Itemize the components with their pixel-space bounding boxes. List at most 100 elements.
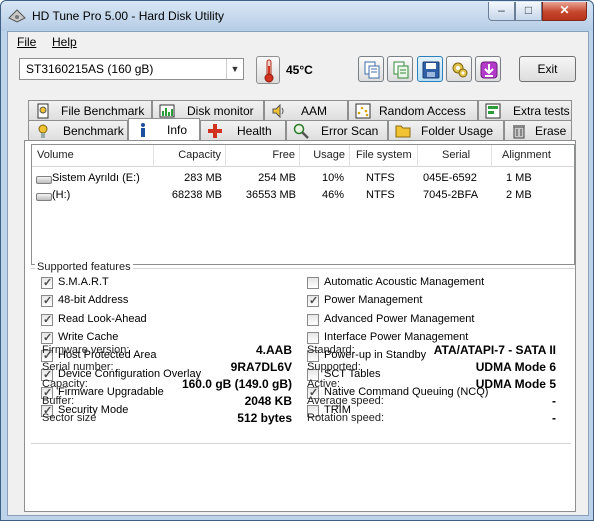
download-icon — [480, 61, 498, 79]
app-icon — [8, 9, 26, 23]
col-alignment[interactable]: Alignment — [492, 145, 574, 167]
copy-button[interactable] — [358, 56, 384, 82]
tab-error-scan[interactable]: Error Scan — [286, 120, 388, 140]
supported-features-group: Supported features ✓ S.M.A.R.T ✓ 48-bit Add… — [31, 261, 575, 446]
benchmark-icon — [35, 123, 51, 139]
menu-help-label: Help — [52, 35, 77, 49]
col-free[interactable]: Free — [226, 145, 300, 167]
info-label-rotation-speed: Rotation speed: — [307, 412, 385, 424]
feature-checkbox[interactable]: ✓ — [41, 277, 53, 289]
tab-info[interactable]: Info — [128, 118, 200, 140]
tab-benchmark-label: Benchmark — [63, 124, 124, 138]
feature-checkbox[interactable] — [307, 277, 319, 289]
info-value-firmware-version: 4.AAB — [255, 343, 292, 357]
menu-bar: File Help — [8, 32, 588, 52]
tab-aam[interactable]: AAM — [264, 100, 348, 120]
col-volume[interactable]: Volume — [32, 145, 154, 167]
cell-file-system: NTFS — [366, 172, 395, 184]
info-value-rotation-speed: - — [552, 411, 556, 425]
menu-help[interactable]: Help — [52, 35, 77, 49]
tab-file-benchmark[interactable]: File Benchmark — [28, 100, 152, 120]
info-label-standard: Standard: — [307, 344, 355, 356]
cell-free: 254 MB — [258, 172, 296, 184]
col-serial[interactable]: Serial — [418, 145, 492, 167]
cell-volume: Sistem Ayrıldı (E:) — [52, 172, 140, 184]
info-label-buffer: Buffer: — [42, 395, 75, 407]
info-value-sector-size: 512 bytes — [237, 411, 292, 425]
title-bar[interactable]: HD Tune Pro 5.00 - Hard Disk Utility – □… — [1, 1, 593, 31]
info-panel: Volume Capacity Free Usage File system S… — [24, 140, 576, 512]
info-value-average-speed: - — [552, 394, 556, 408]
exit-button[interactable]: Exit — [519, 56, 576, 82]
info-label-supported: Supported: — [307, 361, 361, 373]
tab-error-scan-label: Error Scan — [321, 124, 379, 138]
maximize-button[interactable]: □ — [515, 2, 542, 21]
cell-volume: (H:) — [52, 189, 71, 201]
table-row[interactable]: Sistem Ayrıldı (E:) 283 MB 254 MB 10% NT… — [32, 170, 574, 187]
cell-usage: 46% — [321, 189, 344, 201]
app-window: HD Tune Pro 5.00 - Hard Disk Utility – □… — [0, 0, 594, 521]
info-label-sector-size: Sector size — [42, 412, 97, 424]
feature-checkbox[interactable]: ✓ — [41, 313, 53, 326]
close-button[interactable]: ✕ — [542, 2, 587, 21]
feature-checkbox[interactable]: ✓ — [41, 331, 53, 344]
checkmark-icon: ✓ — [43, 331, 53, 344]
tab-erase[interactable]: Erase — [504, 120, 572, 140]
feature-checkbox[interactable] — [307, 331, 319, 344]
tab-random-access[interactable]: Random Access — [348, 100, 478, 120]
info-label-active: Active: — [307, 378, 341, 390]
tab-extra-tests[interactable]: Extra tests — [478, 100, 572, 120]
save-button[interactable] — [417, 56, 443, 82]
tab-erase-label: Erase — [535, 124, 567, 138]
tab-disk-monitor[interactable]: Disk monitor — [152, 100, 264, 120]
info-label-firmware-version: Firmware version: — [42, 344, 130, 356]
info-value-buffer: 2048 KB — [244, 394, 292, 408]
feature-checkbox[interactable] — [307, 313, 319, 326]
client-area: File Help ST3160215AS (160 gB) ▼ 45°C Ex… — [7, 31, 589, 516]
random-access-icon — [355, 103, 371, 119]
supported-features-title: Supported features — [35, 261, 133, 273]
tab-random-access-label: Random Access — [379, 104, 466, 118]
col-usage[interactable]: Usage — [300, 145, 350, 167]
tab-benchmark[interactable]: Benchmark — [28, 120, 128, 140]
download-button[interactable] — [475, 56, 501, 82]
minimize-button[interactable]: – — [488, 2, 515, 21]
options-icon — [452, 62, 468, 78]
checkmark-icon: ✓ — [43, 277, 53, 289]
table-row[interactable]: (H:) 68238 MB 36553 MB 46% NTFS 7045-2BF… — [32, 187, 574, 204]
feature-label: Read Look-Ahead — [58, 312, 147, 325]
tab-disk-monitor-label: Disk monitor — [187, 104, 254, 118]
info-label-average-speed: Average speed: — [307, 395, 384, 407]
col-file-system[interactable]: File system — [350, 145, 418, 167]
menu-file[interactable]: File — [17, 35, 36, 49]
info-label-capacity: Capacity: — [42, 378, 88, 390]
tab-folder-usage[interactable]: Folder Usage — [388, 120, 504, 140]
info-value-supported: UDMA Mode 6 — [475, 360, 556, 374]
copy-all-button[interactable] — [387, 56, 413, 82]
cell-capacity: 68238 MB — [171, 189, 222, 201]
tab-folder-usage-label: Folder Usage — [421, 124, 494, 138]
col-capacity[interactable]: Capacity — [154, 145, 226, 167]
window-title: HD Tune Pro 5.00 - Hard Disk Utility — [32, 9, 225, 23]
drive-select[interactable]: ST3160215AS (160 gB) ▼ — [19, 58, 244, 80]
save-icon — [422, 61, 440, 79]
info-label-serial-number: Serial number: — [42, 361, 114, 373]
options-button[interactable] — [446, 56, 472, 82]
feature-label: Write Cache — [58, 330, 119, 343]
trash-icon — [511, 123, 527, 139]
menu-file-label: File — [17, 35, 37, 49]
feature-checkbox[interactable]: ✓ — [307, 295, 319, 308]
feature-label: S.M.A.R.T — [58, 276, 109, 288]
tab-health[interactable]: Health — [200, 120, 286, 140]
feature-checkbox[interactable]: ✓ — [41, 295, 53, 308]
cell-usage: 10% — [321, 172, 344, 184]
temperature-value: 45°C — [286, 63, 313, 77]
tab-aam-label: AAM — [301, 104, 328, 118]
chevron-down-icon[interactable]: ▼ — [226, 59, 243, 79]
extra-tests-icon — [485, 103, 501, 119]
tab-extra-tests-label: Extra tests — [513, 104, 570, 118]
copy-all-icon — [393, 61, 409, 79]
feature-label: Interface Power Management — [324, 330, 469, 343]
info-value-capacity: 160.0 gB (149.0 gB) — [181, 377, 292, 391]
checkmark-icon: ✓ — [43, 313, 53, 326]
